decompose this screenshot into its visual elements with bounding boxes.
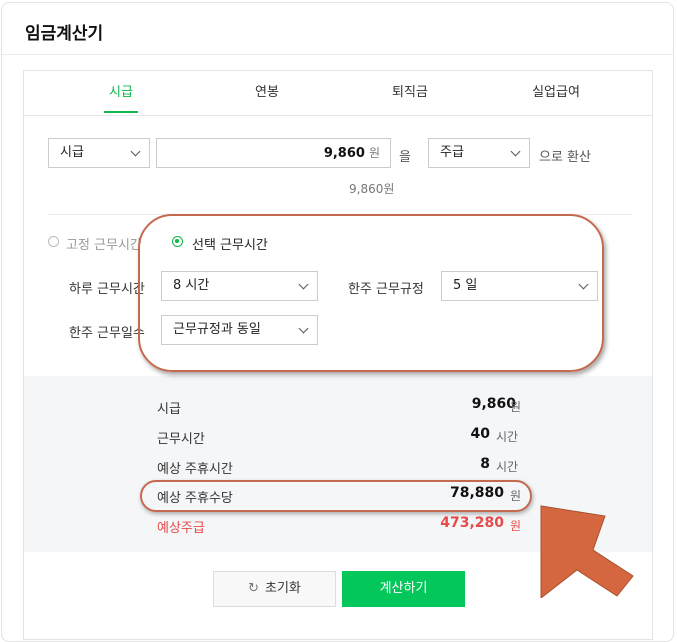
annotation-highlight-box	[138, 214, 604, 372]
active-tab-indicator	[104, 111, 138, 113]
reset-button[interactable]: ↻ 초기화	[213, 571, 336, 607]
chevron-down-icon	[510, 146, 521, 157]
result-label-weekly-pay: 예상주급	[157, 521, 205, 536]
object-particle: 을	[399, 150, 411, 165]
result-unit-holiday-hours: 시간	[496, 460, 519, 474]
card-title: 임금계산기	[25, 24, 104, 44]
weekly-days-label: 한주 근무일수	[69, 326, 145, 341]
convert-suffix: 으로 환산	[539, 150, 591, 165]
result-unit-hours: 시간	[496, 430, 519, 444]
to-unit-value: 주급	[440, 145, 464, 160]
result-unit-hourly: 원	[510, 400, 522, 414]
fixed-hours-label: 고정 근무시간	[66, 238, 142, 253]
daily-hours-label: 하루 근무시간	[69, 282, 145, 297]
from-unit-select[interactable]: 시급	[48, 138, 150, 168]
from-unit-value: 시급	[60, 145, 84, 160]
calculate-button-label: 계산하기	[379, 581, 428, 596]
amount-hint: 9,860원	[349, 182, 395, 196]
to-unit-select[interactable]: 주급	[428, 138, 530, 168]
tab-annual[interactable]: 연봉	[228, 71, 306, 115]
result-value-holiday-hours: 8	[480, 456, 490, 472]
result-value-hourly: 9,860	[471, 396, 516, 412]
result-label-hours: 근무시간	[157, 432, 205, 447]
annotation-highlight-oval	[140, 480, 532, 512]
title-divider	[2, 54, 673, 55]
amount-input[interactable]: 9,860 원	[156, 138, 391, 168]
result-value-weekly-pay: 473,280	[440, 515, 504, 531]
fixed-hours-radio[interactable]	[48, 236, 59, 247]
amount-unit: 원	[368, 146, 380, 160]
chevron-down-icon	[130, 146, 141, 157]
tab-hourly[interactable]: 시급	[82, 71, 160, 115]
tab-severance[interactable]: 퇴직금	[371, 71, 449, 115]
refresh-icon: ↻	[248, 581, 259, 596]
result-unit-weekly-pay: 원	[510, 519, 522, 533]
reset-button-label: 초기화	[265, 581, 301, 596]
annotation-arrow-icon	[540, 505, 634, 598]
amount-value: 9,860	[323, 146, 365, 161]
calculator-tabs: 시급 연봉 퇴직금 실업급여	[24, 71, 652, 116]
result-label-hourly: 시급	[157, 402, 181, 417]
calculate-button[interactable]: 계산하기	[342, 571, 465, 607]
result-value-hours: 40	[470, 426, 490, 442]
tab-unemployment[interactable]: 실업급여	[516, 71, 596, 115]
result-label-holiday-hours: 예상 주휴시간	[157, 462, 233, 477]
